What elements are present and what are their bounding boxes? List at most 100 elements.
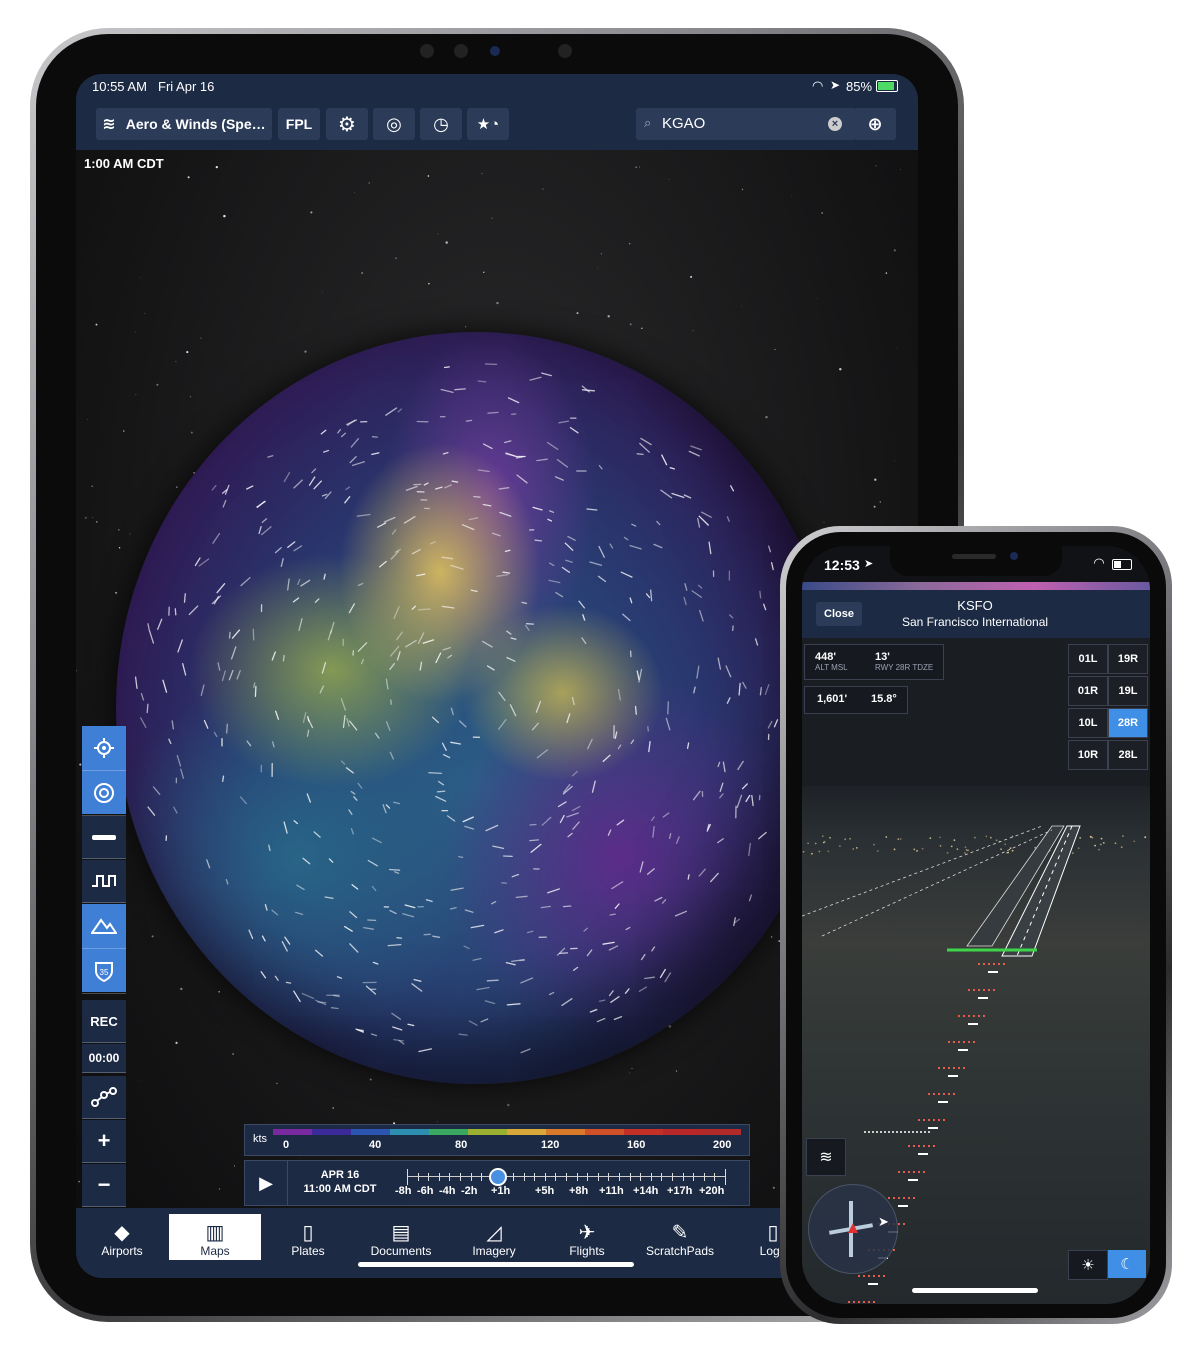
- legend-swatch: [663, 1129, 702, 1135]
- timeline-tick-label: +8h: [569, 1185, 589, 1197]
- day-mode-icon[interactable]: ☀: [1068, 1250, 1108, 1280]
- runway-button-28l[interactable]: 28L: [1108, 740, 1148, 770]
- plates-icon: ▯: [302, 1222, 314, 1244]
- timeline-tick-label: -8h: [395, 1185, 412, 1197]
- runway-button-10r[interactable]: 10R: [1068, 740, 1108, 770]
- timeline-minor-tick: [534, 1173, 536, 1181]
- locate-icon[interactable]: [82, 726, 126, 771]
- legend-tick-label: 80: [455, 1139, 468, 1151]
- alt-label: ALT MSL: [815, 663, 848, 672]
- globe-icon[interactable]: ◎: [373, 108, 415, 140]
- runway-icon[interactable]: [82, 816, 126, 859]
- timeline-thumb[interactable]: [489, 1168, 507, 1186]
- runway-button-19r[interactable]: 19R: [1108, 644, 1148, 674]
- legend-tick-label: 120: [541, 1139, 560, 1151]
- tab-maps[interactable]: ▥ Maps: [169, 1214, 261, 1260]
- tab-documents[interactable]: ▤ Documents: [355, 1214, 447, 1260]
- location-icon: ➤: [864, 558, 874, 570]
- track-up-icon[interactable]: [82, 771, 126, 816]
- favorites-recent-icon[interactable]: ★◔: [467, 108, 509, 140]
- timeline-minor-tick: [608, 1173, 610, 1181]
- layer-selector-label: Aero & Winds (Spe…: [125, 116, 266, 132]
- runway-button-28r[interactable]: 28R: [1108, 708, 1148, 738]
- highway-shield-icon[interactable]: 35: [82, 949, 126, 994]
- tab-label: Documents: [370, 1244, 432, 1258]
- close-button[interactable]: Close: [816, 602, 862, 626]
- timeline-minor-tick: [640, 1173, 642, 1181]
- timeline-minor-tick: [407, 1169, 408, 1185]
- timeline-minor-tick: [555, 1173, 557, 1181]
- tab-scratchpads[interactable]: ✎ ScratchPads: [634, 1214, 726, 1260]
- timeline-tick-label: +1h: [491, 1185, 511, 1197]
- timeline-control: ▶ APR 16 11:00 AM CDT -8h -6h -4h -2h +1h +5h…: [244, 1160, 750, 1206]
- alt-value: 448': [815, 651, 836, 663]
- runway-button-01l[interactable]: 01L: [1068, 644, 1108, 674]
- layer-selector-button[interactable]: ≋ Aero & Winds (Spe…: [96, 108, 272, 140]
- wind-speed-legend: kts 0 40 80 120 160 200: [244, 1124, 750, 1156]
- fpl-button[interactable]: FPL: [278, 108, 320, 140]
- legend-unit: kts: [253, 1133, 268, 1145]
- timeline-minor-tick: [544, 1173, 546, 1181]
- timeline-minor-tick: [523, 1173, 525, 1181]
- legend-swatch: [702, 1129, 741, 1135]
- legend-tick-label: 200: [713, 1139, 732, 1151]
- tab-imagery[interactable]: ◿ Imagery: [448, 1214, 540, 1260]
- legend-swatch: [585, 1129, 624, 1135]
- route-icon[interactable]: [82, 1076, 126, 1119]
- search-input[interactable]: ⌕ KGAO ×: [636, 108, 856, 140]
- record-button[interactable]: REC: [82, 1000, 126, 1043]
- timeline-time: 11:00 AM CDT: [303, 1183, 377, 1195]
- altitude-readout: 448' ALT MSL 13' RWY 28R TDZE: [804, 644, 944, 680]
- map-controls-top: [82, 726, 126, 816]
- airport-name: San Francisco International: [901, 615, 1049, 629]
- night-mode-icon[interactable]: ☾: [1108, 1250, 1146, 1278]
- profile-view-icon[interactable]: [82, 860, 126, 903]
- iphone-screen: 12:53 ➤ ◠ Close KSFO San Francisco Inter…: [802, 546, 1150, 1304]
- airport-header: Close KSFO San Francisco International: [802, 590, 1150, 638]
- tab-label: Airports: [101, 1244, 143, 1258]
- play-icon[interactable]: ▶: [245, 1161, 288, 1205]
- runway-button-19l[interactable]: 19L: [1108, 676, 1148, 706]
- timeline-minor-tick: [619, 1173, 620, 1181]
- svg-text:35: 35: [100, 968, 109, 977]
- timeline-minor-tick: [576, 1173, 578, 1181]
- timeline-minor-tick: [449, 1173, 451, 1181]
- timeline-minor-tick: [460, 1173, 461, 1181]
- tdze-value: 13': [875, 651, 890, 663]
- tab-label: Flights: [569, 1244, 605, 1258]
- timeline-minor-tick: [650, 1173, 652, 1181]
- terrain-icon[interactable]: [82, 904, 126, 949]
- timeline-minor-tick: [417, 1173, 419, 1181]
- clear-search-icon[interactable]: ×: [828, 117, 842, 131]
- legend-ticks: 0 40 80 120 160 200: [273, 1139, 741, 1153]
- ipad-camera: [418, 42, 578, 60]
- timeline-minor-tick: [714, 1173, 716, 1181]
- gear-icon[interactable]: ⚙: [326, 108, 368, 140]
- zoom-out-icon[interactable]: −: [82, 1164, 126, 1207]
- battery-icon: [1112, 559, 1132, 570]
- timeline-minor-tick: [428, 1173, 430, 1181]
- map-controls-mid: 35: [82, 904, 126, 994]
- crosshair-icon[interactable]: ⊕: [854, 108, 896, 140]
- timeline-tick-label: -4h: [439, 1185, 456, 1197]
- tab-airports[interactable]: ◆ Airports: [76, 1214, 168, 1260]
- speedometer-icon[interactable]: ◷: [420, 108, 462, 140]
- battery-percent: 85%: [846, 79, 873, 94]
- timeline-minor-tick: [661, 1173, 663, 1181]
- airports-icon: ◆: [114, 1222, 130, 1244]
- runway-button-10l[interactable]: 10L: [1068, 708, 1108, 738]
- zoom-in-icon[interactable]: +: [82, 1120, 126, 1163]
- tab-flights[interactable]: ✈ Flights: [541, 1214, 633, 1260]
- tab-plates[interactable]: ▯ Plates: [262, 1214, 354, 1260]
- iphone-notch: [890, 546, 1062, 576]
- timeline-minor-tick: [438, 1173, 440, 1181]
- timeline-tick-label: -6h: [417, 1185, 434, 1197]
- layers-icon[interactable]: ≋: [806, 1138, 846, 1176]
- distance-value: 1,601': [817, 693, 848, 705]
- runway-button-01r[interactable]: 01R: [1068, 676, 1108, 706]
- legend-tick-label: 160: [627, 1139, 646, 1151]
- timeline-minor-tick: [682, 1173, 684, 1181]
- timeline-tick-label: +20h: [699, 1185, 725, 1197]
- timeline-date: APR 16: [320, 1169, 360, 1181]
- heading-arrow-icon: ➤: [878, 1214, 889, 1229]
